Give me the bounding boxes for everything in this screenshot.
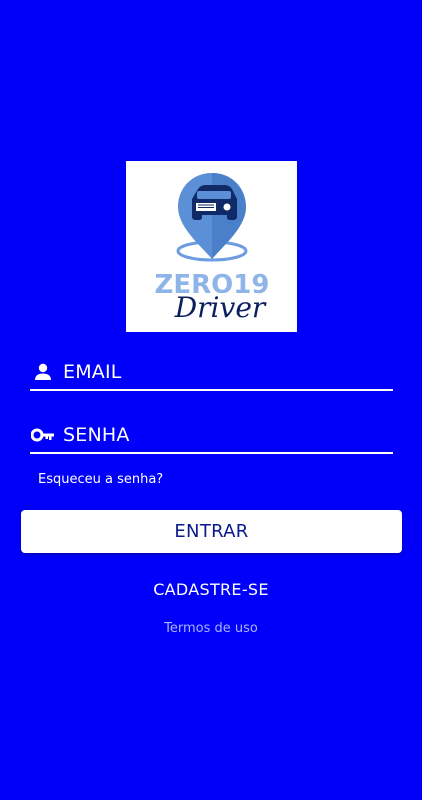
zero19-driver-logo-icon: ZERO19 Driver (155, 173, 269, 324)
password-field[interactable]: SENHA (30, 418, 393, 454)
app-logo: ZERO19 Driver (126, 161, 297, 332)
login-button[interactable]: ENTRAR (21, 510, 402, 553)
terms-link[interactable]: Termos de uso (0, 621, 422, 636)
email-field[interactable]: EMAIL (30, 355, 393, 391)
signup-link[interactable]: CADASTRE-SE (0, 580, 422, 599)
person-icon (31, 360, 55, 384)
forgot-password-link[interactable]: Esqueceu a senha? (38, 472, 163, 487)
logo-brand-script: Driver (174, 291, 267, 324)
password-placeholder: SENHA (63, 424, 130, 446)
key-icon (31, 423, 55, 447)
email-placeholder: EMAIL (63, 361, 122, 383)
